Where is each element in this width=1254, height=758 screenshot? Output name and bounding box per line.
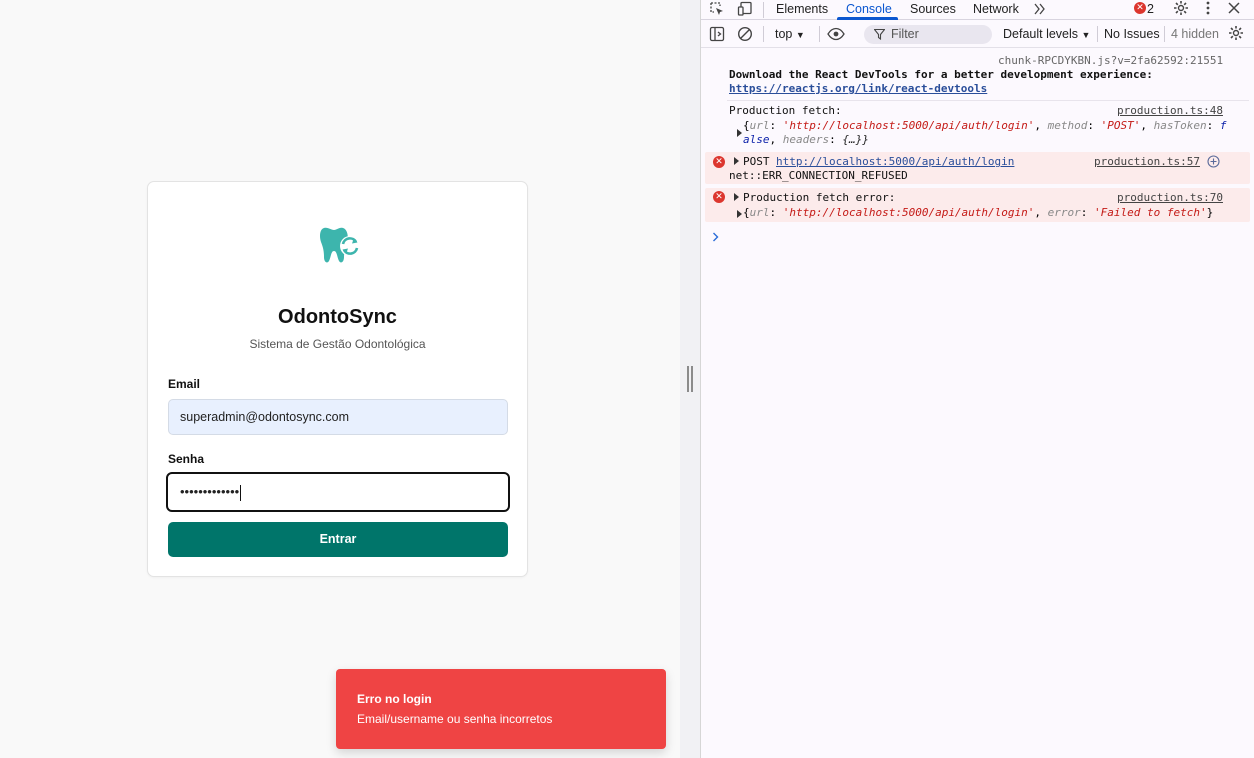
error-detail: net::ERR_CONNECTION_REFUSED	[729, 169, 908, 182]
email-value: superadmin@odontosync.com	[180, 410, 350, 424]
active-tab-indicator	[837, 17, 898, 20]
network-request-icon[interactable]	[1207, 155, 1220, 168]
object-value: 'http://localhost:5000/api/auth/login'	[782, 119, 1035, 132]
error-icon: ✕	[713, 156, 725, 168]
console-message-text: Production fetch:	[729, 104, 842, 117]
console-settings-gear-icon[interactable]	[1228, 25, 1244, 41]
object-key: method	[1047, 119, 1088, 132]
context-value: top	[775, 27, 793, 41]
tab-sources[interactable]: Sources	[910, 1, 956, 19]
devtools-panel: Elements Console Sources Network ✕ 2 top…	[701, 0, 1254, 758]
object-key: hasToken	[1153, 119, 1207, 132]
filter-input[interactable]: Filter	[864, 25, 992, 44]
dropdown-arrow-icon: ▼	[1081, 30, 1091, 40]
more-tabs-icon[interactable]	[1034, 3, 1046, 15]
error-count[interactable]: 2	[1147, 1, 1154, 19]
console-message-text: Download the React DevTools for a better…	[729, 68, 1153, 81]
email-field[interactable]: superadmin@odontosync.com	[168, 399, 508, 435]
app-title: OdontoSync	[278, 306, 397, 328]
password-field[interactable]: •••••••••••••	[166, 472, 510, 512]
expand-triangle-icon[interactable]	[734, 157, 739, 165]
device-toolbar-icon[interactable]	[737, 1, 753, 17]
message-source-link[interactable]: production.ts:57	[1094, 155, 1200, 168]
object-value: f	[1219, 119, 1227, 132]
clear-console-icon[interactable]	[737, 26, 753, 42]
tooth-sync-icon	[320, 227, 360, 263]
settings-gear-icon[interactable]	[1173, 0, 1189, 16]
splitter-grip-icon[interactable]	[687, 366, 693, 392]
object-value: 'Failed to fetch'	[1094, 206, 1207, 219]
object-value: 'POST'	[1100, 119, 1141, 132]
object-key: url	[749, 206, 770, 219]
issues-button[interactable]: No Issues	[1104, 27, 1160, 41]
logged-object[interactable]: {url: 'http://localhost:5000/api/auth/lo…	[743, 119, 1253, 147]
toast-title: Erro no login	[357, 692, 432, 706]
expand-triangle-icon[interactable]	[734, 193, 739, 201]
dropdown-arrow-icon: ▼	[795, 30, 805, 40]
error-toast[interactable]: Erro no login Email/username ou senha in…	[336, 669, 666, 749]
toolbar-divider	[819, 26, 820, 42]
message-divider	[727, 100, 1249, 101]
error-message-text: Production fetch error:	[743, 191, 896, 204]
hidden-count: 4 hidden	[1171, 27, 1219, 41]
object-value: {…}}	[842, 133, 869, 146]
email-label: Email	[168, 377, 201, 391]
toolbar-divider	[763, 2, 764, 18]
expand-triangle-icon[interactable]	[737, 129, 742, 137]
message-source-link[interactable]: production.ts:70	[1117, 191, 1223, 204]
filter-placeholder: Filter	[891, 27, 919, 41]
password-label: Senha	[168, 452, 205, 466]
logged-error-object[interactable]: {url: 'http://localhost:5000/api/auth/lo…	[743, 206, 1213, 219]
object-key: headers	[782, 133, 830, 146]
console-error-row: ✕ Production fetch error: production.ts:…	[705, 188, 1250, 222]
message-source-link[interactable]: chunk-RPCDYKBN.js?v=2fa62592:21551	[998, 54, 1223, 67]
live-expression-eye-icon[interactable]	[827, 27, 845, 41]
log-levels-value: Default levels	[1003, 27, 1079, 41]
object-key: error	[1047, 206, 1081, 219]
devtools-tabbar: Elements Console Sources Network ✕ 2	[701, 0, 1254, 20]
console-toolbar: top ▼ Filter Default levels ▼ No Issues …	[701, 21, 1254, 48]
close-devtools-icon[interactable]	[1228, 2, 1240, 14]
error-icon: ✕	[713, 191, 725, 203]
error-count-icon[interactable]: ✕	[1134, 2, 1146, 14]
kebab-menu-icon[interactable]	[1203, 0, 1213, 16]
sidebar-toggle-icon[interactable]	[709, 26, 725, 42]
object-value: alse	[743, 133, 770, 146]
app-subtitle: Sistema de Gestão Odontológica	[249, 337, 426, 351]
object-key: url	[749, 119, 770, 132]
context-select[interactable]: top ▼	[775, 27, 805, 41]
expand-triangle-icon[interactable]	[737, 210, 742, 218]
login-button[interactable]: Entrar	[168, 522, 508, 557]
error-url-link[interactable]: http://localhost:5000/api/auth/login	[776, 155, 1014, 168]
message-source-link[interactable]: production.ts:48	[1117, 104, 1223, 117]
password-value: •••••••••••••	[180, 484, 240, 499]
inspect-element-icon[interactable]	[709, 1, 725, 17]
toolbar-divider	[763, 26, 764, 42]
filter-funnel-icon	[874, 29, 885, 40]
app-pane: OdontoSync Sistema de Gestão Odontológic…	[0, 0, 680, 758]
toast-message: Email/username ou senha incorretos	[357, 712, 553, 726]
console-prompt-icon[interactable]	[712, 232, 720, 242]
console-error-row: ✕ POST http://localhost:5000/api/auth/lo…	[705, 152, 1250, 184]
login-card: OdontoSync Sistema de Gestão Odontológic…	[147, 181, 528, 577]
tab-network[interactable]: Network	[973, 1, 1019, 19]
react-devtools-link[interactable]: https://reactjs.org/link/react-devtools	[729, 82, 987, 95]
text-caret	[240, 484, 242, 501]
toolbar-divider	[1164, 26, 1165, 42]
error-method: POST	[743, 155, 770, 168]
tab-elements[interactable]: Elements	[776, 1, 828, 19]
log-levels-select[interactable]: Default levels ▼	[1003, 27, 1090, 41]
object-value: 'http://localhost:5000/api/auth/login'	[782, 206, 1035, 219]
toolbar-divider	[1097, 26, 1098, 42]
object-brace: {	[743, 119, 750, 132]
